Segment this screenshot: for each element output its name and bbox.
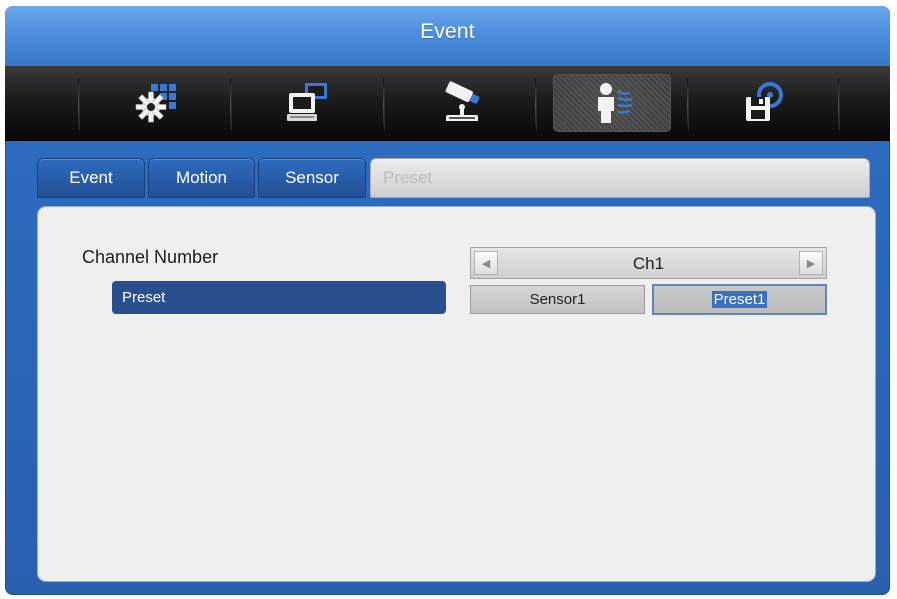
preset-settings-panel: Channel Number ◀ Ch1 ▶ Preset Sensor1 Pr…: [38, 207, 875, 581]
channel-number-label: Channel Number: [82, 247, 219, 267]
event-person-icon: [598, 83, 633, 123]
preset-select-field[interactable]: Preset1: [652, 284, 827, 315]
sensor-select-button[interactable]: Sensor1: [470, 285, 645, 314]
channel-next-button[interactable]: ▶: [799, 251, 823, 275]
iconbar-divider: [78, 78, 79, 130]
menu-network[interactable]: [248, 74, 366, 132]
menu-camera[interactable]: [401, 74, 519, 132]
tab-motion[interactable]: Motion: [148, 158, 255, 198]
right-arrow-icon: ▶: [806, 257, 816, 270]
iconbar-divider: [230, 78, 231, 130]
menu-event[interactable]: [553, 74, 671, 132]
tab-event-label: Event: [69, 168, 113, 187]
window-title: Event: [420, 20, 475, 43]
main-menu-iconbar: [5, 66, 890, 141]
channel-prev-button[interactable]: ◀: [474, 251, 498, 275]
tab-sensor-label: Sensor: [285, 168, 339, 187]
preset-label: Preset: [122, 289, 166, 306]
storage-backup-icon: [746, 82, 783, 121]
event-window: Event Event Motion Sensor Preset Channel…: [5, 6, 890, 595]
title-bar: Event: [5, 6, 890, 67]
tab-motion-label: Motion: [175, 168, 228, 187]
iconbar-divider: [687, 78, 688, 130]
iconbar-divider: [838, 78, 839, 130]
menu-storage[interactable]: [705, 74, 823, 132]
iconbar-divider: [535, 78, 536, 130]
tab-event[interactable]: Event: [37, 158, 145, 198]
sensor-value: Sensor1: [529, 291, 586, 308]
camera-ptz-icon: [445, 81, 480, 121]
network-icon: [287, 83, 327, 121]
iconbar-divider: [383, 78, 384, 130]
preset-row-label[interactable]: Preset: [112, 281, 446, 314]
preset-value: Preset1: [711, 291, 768, 308]
tab-preset-label: Preset: [383, 168, 433, 187]
menu-system[interactable]: [96, 74, 214, 132]
channel-value: Ch1: [632, 254, 665, 273]
channel-selector[interactable]: ◀ Ch1 ▶: [470, 247, 827, 279]
tab-preset[interactable]: Preset: [370, 158, 870, 198]
left-arrow-icon: ◀: [481, 257, 491, 270]
system-settings-icon: [135, 84, 176, 123]
tab-sensor[interactable]: Sensor: [258, 158, 366, 198]
